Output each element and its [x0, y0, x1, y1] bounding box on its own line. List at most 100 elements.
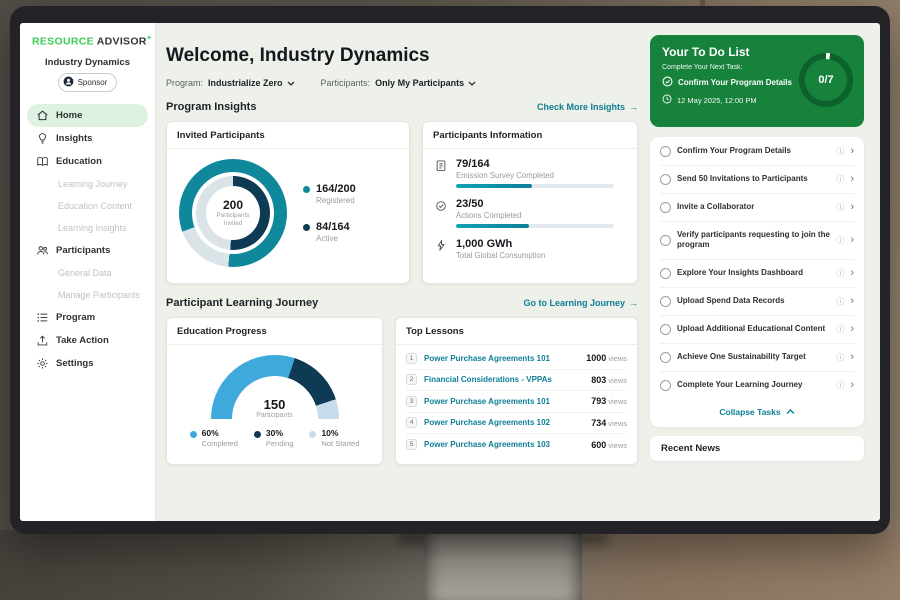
task-checkbox[interactable]	[660, 146, 671, 157]
chevron-right-icon[interactable]: ›	[850, 380, 854, 391]
chevron-right-icon[interactable]: ›	[850, 324, 854, 335]
sidebar-item-take-action[interactable]: Take Action	[27, 329, 148, 352]
chevron-right-icon[interactable]: ›	[850, 174, 854, 185]
chevron-right-icon[interactable]: ›	[850, 268, 854, 279]
task-checkbox[interactable]	[660, 202, 671, 213]
participants-filter[interactable]: Participants: Only My Participants	[321, 78, 477, 88]
chevron-down-icon	[468, 78, 476, 88]
gauge-caption: Participants	[211, 412, 339, 419]
lesson-link[interactable]: Power Purchase Agreements 102	[424, 418, 584, 427]
sidebar-item-label: Participants	[56, 245, 110, 256]
legend-item-completed: 60% Completed	[190, 428, 238, 448]
info-icon[interactable]: ⓘ	[836, 268, 844, 279]
task-checkbox[interactable]	[660, 380, 671, 391]
participants-filter-label: Participants:	[321, 78, 371, 88]
task-label: Invite a Collaborator	[677, 202, 830, 212]
chevron-right-icon[interactable]: ›	[850, 146, 854, 157]
chevron-right-icon[interactable]: ›	[850, 352, 854, 363]
task-checkbox[interactable]	[660, 268, 671, 279]
sidebar-item-settings[interactable]: Settings	[27, 352, 148, 375]
lesson-rank: 4	[406, 417, 417, 428]
sidebar-item-label: Learning Journey	[58, 179, 128, 189]
info-icon[interactable]: ⓘ	[836, 146, 844, 157]
main-content: Welcome, Industry Dynamics Program: Indu…	[156, 23, 650, 521]
monitor-bezel: RESOURCE ADVISOR+ Industry Dynamics Spon…	[10, 6, 890, 534]
completed-dot	[190, 431, 197, 438]
sidebar-item-label: Manage Participants	[58, 290, 140, 300]
emission-survey-row: 79/164 Emission Survey Completed	[435, 158, 625, 188]
sidebar-item-program[interactable]: Program	[27, 306, 148, 329]
legend-item-active: 84/164 Active	[303, 221, 356, 243]
emission-progress-bar	[456, 184, 614, 188]
chevron-right-icon[interactable]: ›	[850, 202, 854, 213]
lesson-link[interactable]: Financial Considerations - VPPAs	[424, 375, 584, 384]
pending-dot	[254, 431, 261, 438]
todo-task[interactable]: Achieve One Sustainability Target ⓘ ›	[660, 344, 854, 372]
check-more-insights-link[interactable]: Check More Insights →	[537, 102, 638, 112]
todo-task[interactable]: Verify participants requesting to join t…	[660, 222, 854, 260]
legend-label: Pending	[266, 439, 294, 448]
filter-bar: Program: Industrialize Zero Participants…	[166, 78, 638, 88]
card-title: Top Lessons	[396, 318, 637, 345]
info-icon[interactable]: ⓘ	[836, 324, 844, 335]
legend-label: Completed	[202, 439, 238, 448]
task-label: Complete Your Learning Journey	[677, 380, 830, 390]
actions-check-icon	[435, 198, 448, 228]
todo-task[interactable]: Complete Your Learning Journey ⓘ ›	[660, 372, 854, 399]
todo-task[interactable]: Confirm Your Program Details ⓘ ›	[660, 138, 854, 166]
lesson-link[interactable]: Power Purchase Agreements 103	[424, 440, 584, 449]
views-label: views	[608, 419, 627, 428]
stat-value: 79/164	[456, 158, 625, 170]
todo-task[interactable]: Upload Additional Educational Content ⓘ …	[660, 316, 854, 344]
education-icon	[35, 154, 49, 168]
collapse-tasks-link[interactable]: Collapse Tasks	[660, 399, 854, 426]
todo-task[interactable]: Explore Your Insights Dashboard ⓘ ›	[660, 260, 854, 288]
lesson-link[interactable]: Power Purchase Agreements 101	[424, 397, 584, 406]
views-count: 1000	[586, 353, 606, 363]
info-icon[interactable]: ⓘ	[836, 235, 844, 246]
sponsor-badge[interactable]: Sponsor	[58, 73, 118, 92]
todo-task[interactable]: Invite a Collaborator ⓘ ›	[660, 194, 854, 222]
section-title: Program Insights	[166, 101, 256, 113]
sidebar-item-general-data[interactable]: General Data	[27, 262, 148, 284]
program-filter[interactable]: Program: Industrialize Zero	[166, 78, 295, 88]
todo-summary-card: Your To Do List Complete Your Next Task:…	[650, 35, 864, 127]
task-checkbox[interactable]	[660, 235, 671, 246]
sidebar-item-home[interactable]: Home	[27, 104, 148, 127]
sidebar-item-participants[interactable]: Participants	[27, 239, 148, 262]
sidebar-item-label: Insights	[56, 133, 92, 144]
org-name: Industry Dynamics	[27, 57, 148, 68]
task-checkbox[interactable]	[660, 352, 671, 363]
sidebar-item-label: Education Content	[58, 201, 132, 211]
sidebar-item-education-content[interactable]: Education Content	[27, 195, 148, 217]
sidebar-item-education[interactable]: Education	[27, 150, 148, 173]
info-icon[interactable]: ⓘ	[836, 352, 844, 363]
task-checkbox[interactable]	[660, 296, 671, 307]
sidebar-item-learning-insights[interactable]: Learning Insights	[27, 217, 148, 239]
sidebar-item-insights[interactable]: Insights	[27, 127, 148, 150]
info-icon[interactable]: ⓘ	[836, 202, 844, 213]
go-to-learning-journey-link[interactable]: Go to Learning Journey →	[523, 298, 638, 308]
info-icon[interactable]: ⓘ	[836, 174, 844, 185]
sidebar-item-manage-participants[interactable]: Manage Participants	[27, 284, 148, 306]
info-icon[interactable]: ⓘ	[836, 296, 844, 307]
legend-pct: 60%	[202, 428, 238, 438]
task-checkbox[interactable]	[660, 324, 671, 335]
recent-news-header[interactable]: Recent News	[650, 436, 864, 461]
participants-information-card: Participants Information 79/164 Emission…	[422, 121, 638, 284]
lesson-link[interactable]: Power Purchase Agreements 101	[424, 354, 579, 363]
chevron-right-icon[interactable]: ›	[850, 296, 854, 307]
card-title: Participants Information	[423, 122, 637, 149]
donut-center-label: 200 Participants Invited	[206, 186, 260, 240]
lesson-row: 3 Power Purchase Agreements 101 793views	[406, 391, 627, 413]
lesson-row: 5 Power Purchase Agreements 103 600views	[406, 434, 627, 456]
task-checkbox[interactable]	[660, 174, 671, 185]
todo-task[interactable]: Send 50 Invitations to Participants ⓘ ›	[660, 166, 854, 194]
sidebar-item-learning-journey[interactable]: Learning Journey	[27, 173, 148, 195]
chevron-right-icon[interactable]: ›	[850, 235, 854, 246]
task-label: Upload Spend Data Records	[677, 296, 830, 306]
arrow-right-icon: →	[629, 298, 638, 308]
todo-task[interactable]: Upload Spend Data Records ⓘ ›	[660, 288, 854, 316]
top-lessons-card: Top Lessons 1 Power Purchase Agreements …	[395, 317, 638, 465]
info-icon[interactable]: ⓘ	[836, 380, 844, 391]
